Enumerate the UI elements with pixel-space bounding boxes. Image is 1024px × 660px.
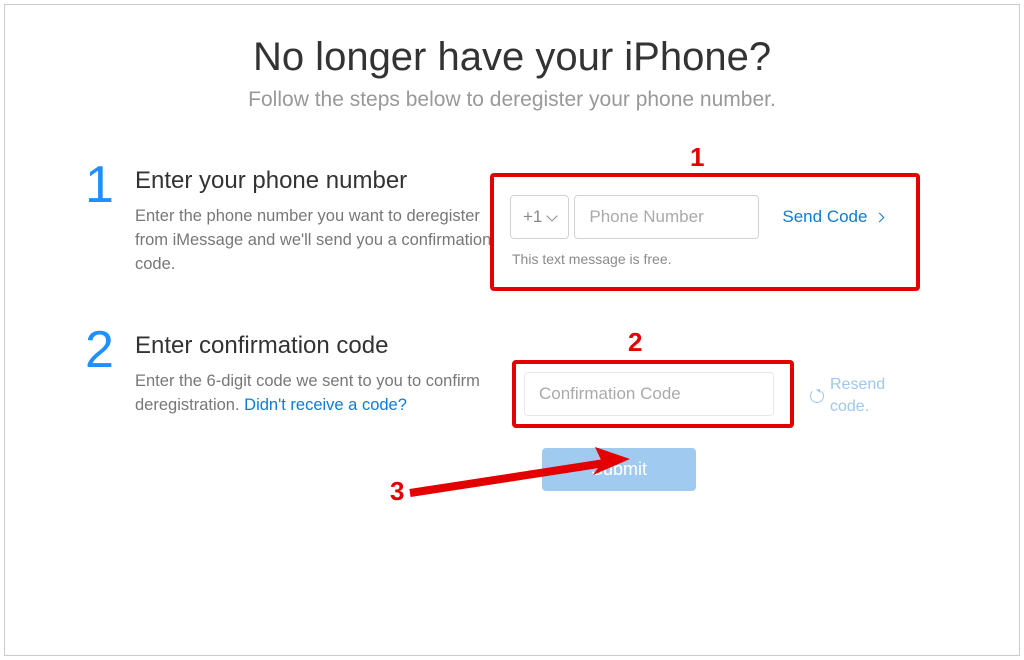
step-2-desc: Enter the 6-digit code we sent to you to… — [135, 370, 495, 418]
step-1-row: 1 Enter your phone number Enter the phon… — [85, 167, 939, 277]
annotation-number-1: 1 — [690, 142, 704, 173]
phone-number-input[interactable] — [574, 195, 759, 239]
annotation-number-2: 2 — [628, 327, 642, 358]
step-1-title: Enter your phone number — [135, 167, 495, 195]
send-code-link[interactable]: Send Code — [782, 207, 883, 227]
refresh-icon — [810, 389, 824, 403]
step-1-desc: Enter the phone number you want to dereg… — [135, 205, 495, 277]
confirmation-code-input[interactable] — [524, 372, 774, 416]
step-2-row: 2 Enter confirmation code Enter the 6-di… — [85, 332, 939, 418]
country-code-value: +1 — [523, 207, 542, 227]
step-number-1: 1 — [85, 159, 135, 211]
send-code-label: Send Code — [782, 207, 867, 226]
page-subtitle: Follow the steps below to deregister you… — [85, 88, 939, 112]
sms-free-hint: This text message is free. — [512, 251, 939, 267]
resend-code-link[interactable]: Resend code. — [810, 374, 890, 419]
submit-button[interactable]: Submit — [542, 448, 696, 491]
country-code-select[interactable]: +1 — [510, 195, 569, 239]
chevron-right-icon — [875, 213, 885, 223]
annotation-number-3: 3 — [390, 476, 404, 507]
chevron-down-icon — [547, 210, 558, 221]
step-number-2: 2 — [85, 324, 135, 376]
didnt-receive-code-link[interactable]: Didn't receive a code? — [244, 396, 407, 414]
page-title: No longer have your iPhone? — [85, 35, 939, 80]
resend-code-label: Resend code. — [830, 374, 890, 419]
step-2-title: Enter confirmation code — [135, 332, 495, 360]
